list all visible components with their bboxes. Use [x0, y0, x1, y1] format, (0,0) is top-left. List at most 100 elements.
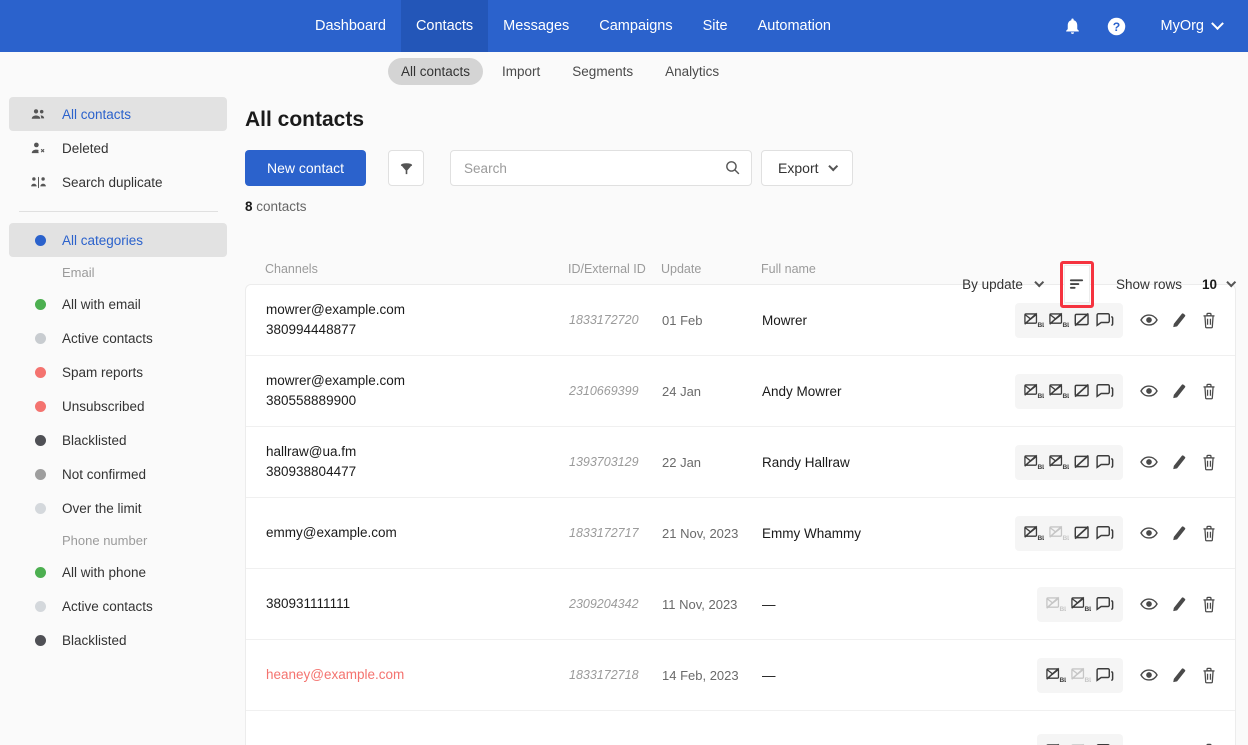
sidebar-item-blacklisted[interactable]: Blacklisted	[9, 423, 227, 457]
sms-blacklist-icon[interactable]: BL	[1071, 667, 1091, 684]
sidebar-item-label: Spam reports	[62, 364, 144, 380]
cell-actions: BL BL	[1015, 373, 1235, 409]
topnav-item-campaigns[interactable]: Campaigns	[584, 0, 687, 52]
org-switcher[interactable]: MyOrg	[1139, 16, 1248, 34]
topnav-item-messages[interactable]: Messages	[488, 0, 584, 52]
email-blacklist-icon[interactable]: BL	[1024, 383, 1044, 400]
sidebar-item-not-confirmed[interactable]: Not confirmed	[9, 457, 227, 491]
sms-blacklist-icon[interactable]: BL	[1071, 596, 1091, 613]
cell-channels: hallraw@ua.fm 380938804477	[266, 442, 569, 482]
filter-funnel-icon[interactable]	[388, 150, 425, 186]
cell-id: 1393703129	[569, 455, 639, 469]
svg-text:BL: BL	[1084, 677, 1091, 684]
status-dot-icon	[28, 332, 48, 344]
delete-trash-icon[interactable]	[1201, 383, 1217, 400]
edit-pencil-icon[interactable]	[1172, 667, 1187, 683]
chat-icon[interactable]	[1096, 596, 1114, 613]
view-icon[interactable]	[1140, 526, 1158, 540]
top-nav-right-group: ? MyOrg	[1051, 0, 1248, 52]
bell-icon[interactable]	[1051, 0, 1095, 52]
email-blacklist-icon[interactable]: BL	[1024, 525, 1044, 542]
sms-blacklist-icon[interactable]: BL	[1049, 383, 1069, 400]
sidebar-item-all-with-email[interactable]: All with email	[9, 287, 227, 321]
sidebar-item-active-contacts[interactable]: Active contacts	[9, 589, 227, 623]
edit-pencil-icon[interactable]	[1172, 525, 1187, 541]
sidebar-item-search-duplicate[interactable]: Search duplicate	[9, 165, 227, 199]
category-dot-icon	[28, 234, 48, 246]
channel-value: emmy@example.com	[266, 525, 397, 541]
edit-pencil-icon[interactable]	[1172, 454, 1187, 470]
help-icon[interactable]: ?	[1095, 0, 1139, 52]
push-disabled-icon[interactable]	[1074, 525, 1091, 541]
sort-by-dropdown[interactable]: By update	[962, 277, 1048, 292]
show-rows-dropdown[interactable]: Show rows 10	[1116, 277, 1248, 292]
view-icon[interactable]	[1140, 313, 1158, 327]
delete-trash-icon[interactable]	[1201, 667, 1217, 684]
sidebar-item-active-contacts[interactable]: Active contacts	[9, 321, 227, 355]
subnav-item-analytics[interactable]: Analytics	[652, 58, 732, 85]
svg-text:BL: BL	[1084, 606, 1091, 613]
push-disabled-icon[interactable]	[1074, 454, 1091, 470]
topnav-item-contacts[interactable]: Contacts	[400, 0, 489, 52]
push-disabled-icon[interactable]	[1074, 312, 1091, 328]
email-blacklist-icon[interactable]: BL	[1046, 667, 1066, 684]
email-blacklist-icon[interactable]: BL	[1024, 454, 1044, 471]
sidebar-item-over-the-limit[interactable]: Over the limit	[9, 491, 227, 525]
search-input[interactable]	[450, 150, 753, 186]
topnav-item-automation[interactable]: Automation	[743, 0, 846, 52]
chat-icon[interactable]	[1096, 454, 1114, 471]
chat-icon[interactable]	[1096, 667, 1114, 684]
table-row[interactable]: hallraw@ua.fm 380938804477 1393703129 22 Ja…	[246, 427, 1235, 498]
chat-icon[interactable]	[1096, 312, 1114, 329]
delete-trash-icon[interactable]	[1201, 312, 1217, 329]
person-remove-icon	[28, 140, 48, 157]
topnav-item-label: Messages	[503, 18, 570, 34]
topnav-item-site[interactable]: Site	[688, 0, 743, 52]
sms-blacklist-icon[interactable]: BL	[1049, 454, 1069, 471]
chat-icon[interactable]	[1096, 525, 1114, 542]
table-row[interactable]: emmy@example.com 1833172717 21 Nov, 2023 Em…	[246, 498, 1235, 569]
chat-icon[interactable]	[1096, 383, 1114, 400]
view-icon[interactable]	[1140, 597, 1158, 611]
email-blacklist-icon[interactable]: BL	[1024, 312, 1044, 329]
email-blacklist-icon[interactable]: BL	[1046, 596, 1066, 613]
sidebar-item-all-with-phone[interactable]: All with phone	[9, 555, 227, 589]
edit-pencil-icon[interactable]	[1172, 596, 1187, 612]
topnav-item-label: Automation	[757, 18, 831, 34]
channel-status-group: BLBL	[1037, 734, 1123, 745]
delete-trash-icon[interactable]	[1201, 525, 1217, 542]
sub-navigation-bar: All contacts Import Segments Analytics	[0, 52, 1248, 90]
subnav-item-import[interactable]: Import	[489, 58, 553, 85]
row-actions-group	[1123, 667, 1223, 684]
sidebar-item-all-categories[interactable]: All categories	[9, 223, 227, 257]
sidebar-item-unsubscribed[interactable]: Unsubscribed	[9, 389, 227, 423]
sidebar-item-all-contacts[interactable]: All contacts	[9, 97, 227, 131]
sms-blacklist-icon[interactable]: BL	[1049, 312, 1069, 329]
view-icon[interactable]	[1140, 668, 1158, 682]
sidebar-item-spam-reports[interactable]: Spam reports	[9, 355, 227, 389]
delete-trash-icon[interactable]	[1201, 596, 1217, 613]
sidebar-item-blacklisted[interactable]: Blacklisted	[9, 623, 227, 657]
contacts-count-number: 8	[245, 199, 253, 214]
new-contact-button[interactable]: New contact	[245, 150, 367, 186]
cell-actions: BLBL	[1037, 734, 1235, 745]
sidebar-item-deleted[interactable]: Deleted	[9, 131, 227, 165]
export-button[interactable]: Export	[761, 150, 853, 186]
topnav-item-dashboard[interactable]: Dashboard	[300, 0, 401, 52]
table-row[interactable]: mowrer@example.com 380558889900 2310669399…	[246, 356, 1235, 427]
subnav-item-all-contacts[interactable]: All contacts	[388, 57, 484, 85]
table-row[interactable]: bartol@example.com183317271614 Feb, 2023…	[246, 711, 1235, 745]
sms-blacklist-icon[interactable]: BL	[1049, 525, 1069, 542]
view-icon[interactable]	[1140, 455, 1158, 469]
edit-pencil-icon[interactable]	[1172, 312, 1187, 328]
subnav-item-segments[interactable]: Segments	[559, 58, 646, 85]
sort-order-button[interactable]	[1063, 265, 1090, 303]
view-icon[interactable]	[1140, 384, 1158, 398]
table-row[interactable]: 380931111111 2309204342 11 Nov, 2023 — BL BL	[246, 569, 1235, 640]
delete-trash-icon[interactable]	[1201, 454, 1217, 471]
cell-id: 1833172717	[569, 526, 639, 540]
table-row[interactable]: heaney@example.com 1833172718 14 Feb, 2023…	[246, 640, 1235, 711]
push-disabled-icon[interactable]	[1074, 383, 1091, 399]
edit-pencil-icon[interactable]	[1172, 383, 1187, 399]
sidebar-item-label: All categories	[62, 232, 144, 248]
